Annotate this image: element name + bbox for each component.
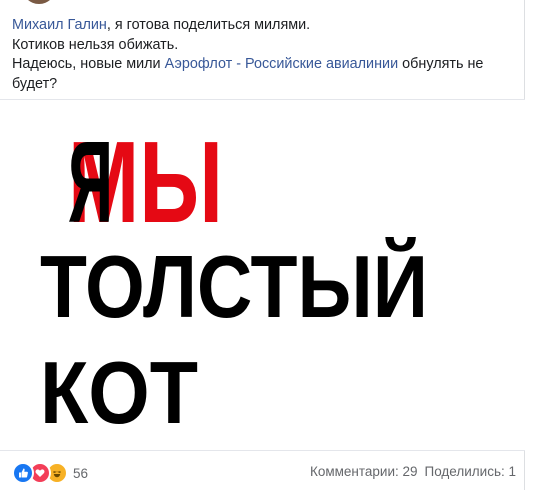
post-line-2: Котиков нельзя обижать. (12, 36, 179, 53)
post-line-1: Михаил Галин, я готова поделиться милями… (12, 16, 512, 36)
mention-link-aeroflot[interactable]: Аэрофлот - Российские авиалинии (165, 56, 399, 72)
divider (0, 450, 525, 451)
post-line-4: будет? (12, 75, 58, 92)
post-text-segment: Надеюсь, новые мили (12, 56, 165, 72)
avatar[interactable] (22, 0, 56, 4)
post-text: Михаил Галин, я готова поделиться милями… (12, 16, 512, 94)
meme-graphic: МЫ Я ТОЛСТЫЙ КОТ (40, 117, 428, 442)
shares-count-link[interactable]: Поделились: 1 (425, 464, 516, 479)
post-line-3: Надеюсь, новые мили Аэрофлот - Российски… (12, 55, 512, 75)
meme-letter-ya: Я (68, 117, 113, 247)
reactions-count: 56 (73, 465, 89, 481)
engagement-counts: Комментарии: 29 Поделились: 1 (310, 464, 516, 479)
facebook-post: Михаил Галин, я готова поделиться милями… (0, 0, 525, 490)
comments-count-link[interactable]: Комментарии: 29 (310, 464, 418, 479)
reactions-summary[interactable]: 56 (12, 462, 89, 484)
mention-link-mikhail-galin[interactable]: Михаил Галин (12, 17, 107, 33)
meme-word-tolstyy: ТОЛСТЫЙ (40, 237, 428, 336)
meme-image[interactable]: МЫ Я ТОЛСТЫЙ КОТ (0, 100, 525, 450)
post-text-segment: , я готова поделиться милями. (106, 17, 311, 33)
like-icon (12, 462, 34, 484)
meme-word-kot: КОТ (40, 343, 198, 442)
post-text-segment: обнулять не (398, 56, 484, 72)
